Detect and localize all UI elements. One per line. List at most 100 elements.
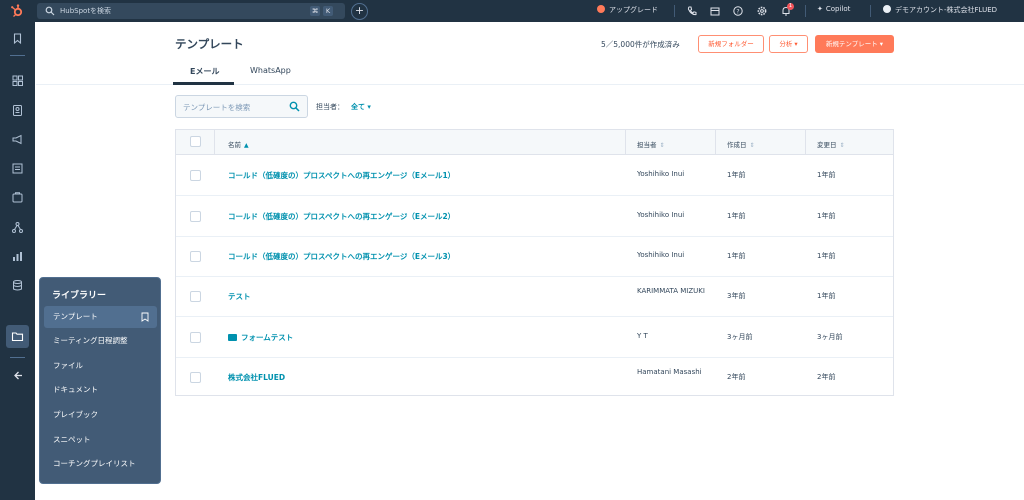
row-updated: 1年前 [817, 252, 836, 260]
nav-divider [10, 357, 25, 358]
data-management-icon[interactable] [11, 279, 24, 292]
reports-bar-chart-icon[interactable] [11, 250, 24, 263]
create-plus-button[interactable]: + [351, 3, 368, 20]
row-created: 2年前 [727, 373, 746, 381]
account-menu[interactable]: デモアカウント-株式会社FLUED [883, 5, 997, 15]
row-updated: 2年前 [817, 373, 836, 381]
table-row: テスト KARIMMATA MIZUKI 3年前 1年前 [176, 276, 893, 317]
row-checkbox[interactable] [190, 372, 201, 383]
content-icon[interactable] [11, 162, 24, 175]
row-owner: Y T [637, 332, 648, 340]
templates-table: 名前 ▲ 担当者 ⇕ 作成日 ⇕ 変更日 ⇕ コールド（低確度の）プロスペクトへの再エン… [175, 129, 894, 396]
column-header-name-label: 名前 [228, 141, 241, 149]
topbar-divider [674, 5, 675, 17]
library-item-coaching-playlists[interactable]: コーチングプレイリスト [44, 453, 157, 475]
library-item-templates[interactable]: テンプレート [44, 306, 157, 328]
marketplace-icon[interactable] [709, 5, 721, 17]
account-name: デモアカウント-株式会社FLUED [895, 6, 998, 14]
top-bar: HubSpotを検索 ⌘ K + アップグレード ? 1 ✦ Copilot デモ… [0, 0, 1024, 22]
left-nav [0, 22, 35, 500]
row-created: 1年前 [727, 212, 746, 220]
row-created: 3年前 [727, 292, 746, 300]
folder-icon [228, 334, 237, 341]
owner-filter-label: 担当者： [316, 103, 344, 111]
new-folder-button[interactable]: 新規フォルダー [698, 35, 764, 53]
commerce-icon[interactable] [11, 191, 24, 204]
column-divider [214, 130, 215, 155]
sort-ascending-icon: ▲ [244, 142, 249, 149]
column-header-created-label: 作成日 [727, 141, 747, 149]
analyze-button[interactable]: 分析 ▾ [769, 35, 808, 53]
library-item-label: ファイル [53, 361, 83, 370]
template-name-link[interactable]: コールド（低確度の）プロスペクトへの再エンゲージ（Eメール2） [228, 211, 455, 222]
library-folder-icon[interactable] [11, 330, 24, 343]
tab-email[interactable]: Eメール [190, 66, 219, 77]
upgrade-icon [597, 5, 605, 13]
table-row: コールド（低確度の）プロスペクトへの再エンゲージ（Eメール3） Yoshihik… [176, 236, 893, 277]
owner-filter-dropdown[interactable]: 全て ▾ [351, 102, 371, 112]
library-menu-title: ライブラリー [52, 291, 107, 301]
row-owner: Yoshihiko Inui [637, 211, 685, 219]
page-title: テンプレート [175, 37, 244, 51]
account-avatar [883, 5, 891, 13]
row-updated: 1年前 [817, 292, 836, 300]
column-header-owner[interactable]: 担当者 ⇕ [637, 139, 665, 149]
row-checkbox[interactable] [190, 211, 201, 222]
template-count: 5／5,000件が作成済み [601, 40, 680, 49]
template-folder-link[interactable]: フォームテスト [228, 332, 293, 343]
hubspot-logo-icon[interactable] [10, 4, 24, 18]
library-flyout-menu: ライブラリー テンプレート ミーティング日程調整 ファイル ドキュメント プレイ… [39, 277, 161, 484]
column-header-updated-label: 変更日 [817, 141, 837, 149]
row-checkbox[interactable] [190, 251, 201, 262]
column-header-name[interactable]: 名前 ▲ [228, 139, 249, 149]
row-updated: 3ヶ月前 [817, 333, 843, 341]
row-updated: 1年前 [817, 212, 836, 220]
settings-gear-icon[interactable] [756, 5, 768, 17]
row-checkbox[interactable] [190, 332, 201, 343]
table-row: 株式会社FLUED Hamatani Masashi 2年前 2年前 [176, 357, 893, 398]
contacts-icon[interactable] [11, 104, 24, 117]
bookmark-icon[interactable] [141, 312, 149, 322]
library-item-snippets[interactable]: スニペット [44, 429, 157, 451]
row-owner: Yoshihiko Inui [637, 251, 685, 259]
svg-text:?: ? [736, 8, 739, 15]
library-item-playbooks[interactable]: プレイブック [44, 404, 157, 426]
automation-icon[interactable] [11, 221, 24, 234]
row-created: 3ヶ月前 [727, 333, 753, 341]
library-item-files[interactable]: ファイル [44, 355, 157, 377]
library-item-label: プレイブック [53, 410, 98, 419]
upgrade-button[interactable]: アップグレード [597, 5, 658, 15]
library-item-meetings[interactable]: ミーティング日程調整 [44, 330, 157, 352]
bookmark-icon[interactable] [11, 32, 24, 45]
library-item-label: スニペット [53, 435, 91, 444]
collapse-nav-icon[interactable] [11, 369, 24, 382]
global-search-input[interactable]: HubSpotを検索 ⌘ K [37, 3, 345, 19]
template-search-placeholder: テンプレートを検索 [183, 103, 251, 112]
template-search-input[interactable]: テンプレートを検索 [175, 95, 308, 118]
help-icon[interactable]: ? [732, 5, 744, 17]
template-name-link[interactable]: 株式会社FLUED [228, 372, 285, 383]
notification-count-badge: 1 [787, 3, 794, 10]
column-header-updated[interactable]: 変更日 ⇕ [817, 139, 845, 149]
new-template-button[interactable]: 新規テンプレート ▾ [815, 35, 894, 53]
copilot-sparkle-icon: ✦ [817, 5, 823, 13]
row-updated: 1年前 [817, 171, 836, 179]
copilot-label: Copilot [825, 5, 851, 13]
template-name-link[interactable]: コールド（低確度の）プロスペクトへの再エンゲージ（Eメール1） [228, 170, 455, 181]
dashboard-grid-icon[interactable] [11, 74, 24, 87]
column-header-created[interactable]: 作成日 ⇕ [727, 139, 755, 149]
search-icon [289, 101, 300, 112]
tab-whatsapp[interactable]: WhatsApp [250, 66, 291, 75]
select-all-checkbox[interactable] [190, 136, 201, 147]
marketing-megaphone-icon[interactable] [11, 133, 24, 146]
shortcut-cmd-key: ⌘ [310, 6, 320, 16]
template-name-link[interactable]: テスト [228, 291, 251, 302]
column-divider [805, 130, 806, 155]
row-checkbox[interactable] [190, 291, 201, 302]
phone-icon[interactable] [686, 5, 698, 17]
row-checkbox[interactable] [190, 170, 201, 181]
template-name-link[interactable]: コールド（低確度の）プロスペクトへの再エンゲージ（Eメール3） [228, 251, 455, 262]
library-item-documents[interactable]: ドキュメント [44, 379, 157, 401]
copilot-button[interactable]: ✦ Copilot [817, 5, 850, 13]
row-owner: Yoshihiko Inui [637, 170, 685, 178]
